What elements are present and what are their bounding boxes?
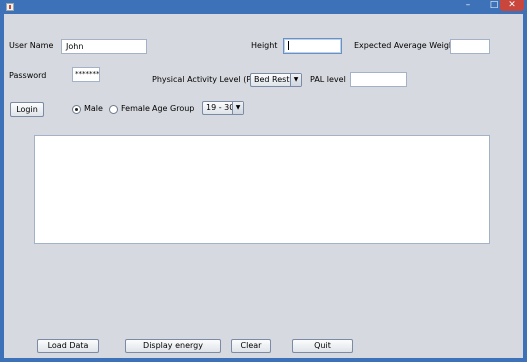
expected-average-weight-field[interactable] bbox=[450, 39, 490, 54]
age-group-label: Age Group bbox=[152, 104, 195, 113]
pal-dropdown[interactable]: Bed Rest ▼ bbox=[250, 73, 302, 87]
height-label: Height bbox=[251, 41, 278, 50]
height-field[interactable] bbox=[283, 38, 342, 54]
title-bar: – □ ✕ bbox=[0, 0, 527, 14]
male-radio[interactable] bbox=[72, 105, 81, 114]
text-caret bbox=[288, 41, 289, 50]
female-radio[interactable] bbox=[109, 105, 118, 114]
expected-average-weight-label: Expected Average Weight bbox=[354, 41, 458, 50]
username-label: User Name bbox=[9, 41, 54, 50]
pal-level-label: PAL level bbox=[310, 75, 346, 84]
password-label: Password bbox=[9, 71, 47, 80]
close-button[interactable]: ✕ bbox=[500, 0, 524, 11]
username-field[interactable]: John bbox=[61, 39, 147, 54]
pal-label: Physical Activity Level (PAL) bbox=[152, 75, 264, 84]
display-energy-button[interactable]: Display energy bbox=[125, 339, 221, 353]
chevron-down-icon: ▼ bbox=[290, 74, 301, 86]
login-button[interactable]: Login bbox=[10, 102, 44, 117]
clear-button[interactable]: Clear bbox=[231, 339, 271, 353]
male-label: Male bbox=[84, 104, 103, 113]
age-group-selected-value: 19 - 30 bbox=[206, 103, 235, 112]
age-group-dropdown[interactable]: 19 - 30 ▼ bbox=[202, 101, 244, 115]
pal-level-field[interactable] bbox=[350, 72, 407, 87]
form-panel: User Name John Height Expected Average W… bbox=[4, 14, 523, 358]
pal-selected-value: Bed Rest bbox=[254, 75, 290, 84]
java-app-icon bbox=[6, 3, 14, 11]
app-window: – □ ✕ User Name John Height Expected Ave… bbox=[0, 0, 527, 362]
load-data-button[interactable]: Load Data bbox=[37, 339, 99, 353]
quit-button[interactable]: Quit bbox=[292, 339, 353, 353]
female-label: Female bbox=[121, 104, 150, 113]
password-field[interactable]: ******* bbox=[72, 67, 100, 82]
chevron-down-icon: ▼ bbox=[232, 102, 243, 114]
output-text-area[interactable] bbox=[34, 135, 490, 244]
minimize-button[interactable]: – bbox=[455, 0, 481, 11]
